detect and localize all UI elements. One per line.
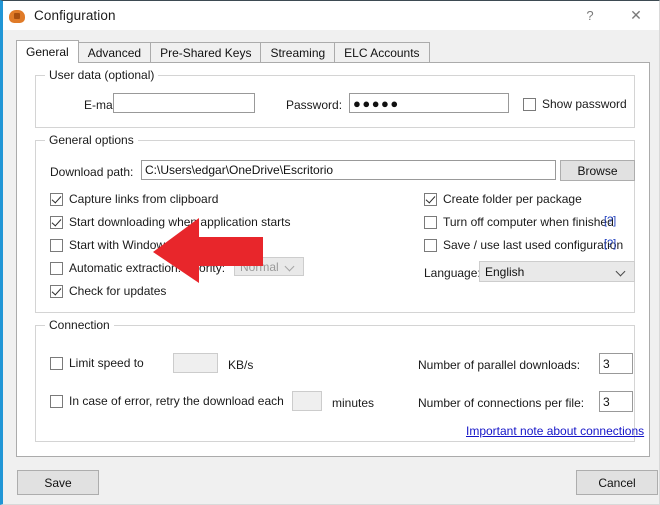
- retry-download-label: In case of error, retry the download eac…: [69, 394, 284, 408]
- turn-off-computer-label: Turn off computer when finished: [443, 215, 614, 229]
- create-folder-per-package-label: Create folder per package: [443, 192, 582, 206]
- cancel-button[interactable]: Cancel: [576, 470, 658, 495]
- group-connection-legend: Connection: [45, 318, 114, 332]
- retry-download-checkbox-box: [50, 394, 63, 408]
- show-password-checkbox-box: [523, 97, 536, 111]
- capture-links-checkbox[interactable]: Capture links from clipboard: [50, 192, 218, 206]
- important-note-link[interactable]: Important note about connections: [466, 424, 644, 438]
- start-downloading-checkbox[interactable]: Start downloading when application start…: [50, 215, 290, 229]
- help-button[interactable]: ?: [567, 1, 613, 30]
- parallel-downloads-field[interactable]: 3: [599, 353, 633, 374]
- automatic-extraction-label: Automatic extraction. Priority:: [69, 261, 226, 275]
- password-masked-value: ●●●●●: [353, 95, 400, 111]
- download-path-label: Download path:: [50, 165, 134, 179]
- group-general-options: General options Download path: C:\Users\…: [35, 133, 635, 313]
- chevron-down-icon: [286, 262, 295, 271]
- save-last-config-checkbox-box: [424, 238, 437, 252]
- title-bar: Configuration ? ✕: [3, 1, 659, 30]
- email-field[interactable]: [113, 93, 255, 113]
- group-connection: Connection Limit speed to KB/s In case o…: [35, 318, 644, 442]
- app-cloud-icon: [9, 8, 25, 24]
- group-user-data-legend: User data (optional): [45, 68, 159, 82]
- tab-general[interactable]: General: [16, 40, 79, 63]
- connections-per-file-field[interactable]: 3: [599, 391, 633, 412]
- group-user-data: User data (optional) E-mail: Password: ●…: [35, 68, 635, 128]
- tab-pre-shared-keys[interactable]: Pre-Shared Keys: [150, 42, 262, 63]
- save-button[interactable]: Save: [17, 470, 99, 495]
- create-folder-per-package-checkbox-box: [424, 192, 437, 206]
- language-dropdown[interactable]: English: [479, 261, 635, 282]
- priority-dropdown[interactable]: Normal: [234, 257, 304, 276]
- save-last-config-help-link[interactable]: [?]: [604, 238, 616, 250]
- tab-elc-accounts[interactable]: ELC Accounts: [334, 42, 430, 63]
- tab-streaming[interactable]: Streaming: [260, 42, 336, 63]
- minutes-label: minutes: [332, 396, 375, 410]
- browse-button[interactable]: Browse: [560, 160, 635, 181]
- start-downloading-label: Start downloading when application start…: [69, 215, 291, 229]
- create-folder-per-package-checkbox[interactable]: Create folder per package: [424, 192, 582, 206]
- turn-off-computer-checkbox[interactable]: Turn off computer when finished: [424, 215, 614, 229]
- close-icon[interactable]: ✕: [613, 1, 659, 30]
- capture-links-label: Capture links from clipboard: [69, 192, 219, 206]
- parallel-downloads-label: Number of parallel downloads:: [418, 358, 581, 372]
- capture-links-checkbox-box: [50, 192, 63, 206]
- turn-off-computer-checkbox-box: [424, 215, 437, 229]
- tab-page-general: User data (optional) E-mail: Password: ●…: [16, 62, 650, 457]
- tab-advanced[interactable]: Advanced: [77, 42, 152, 63]
- turn-off-computer-help-link[interactable]: [?]: [604, 215, 616, 227]
- start-downloading-checkbox-box: [50, 215, 63, 229]
- limit-speed-checkbox-box: [50, 356, 63, 370]
- show-password-label: Show password: [542, 97, 627, 111]
- show-password-checkbox[interactable]: Show password: [523, 97, 627, 111]
- chevron-down-icon: [617, 267, 626, 276]
- save-last-config-checkbox[interactable]: Save / use last used configuration: [424, 238, 623, 252]
- download-path-field[interactable]: C:\Users\edgar\OneDrive\Escritorio: [141, 160, 556, 180]
- limit-speed-label: Limit speed to: [69, 356, 144, 370]
- password-field[interactable]: ●●●●●: [349, 93, 509, 113]
- check-for-updates-checkbox-box: [50, 284, 63, 298]
- start-with-windows-checkbox[interactable]: Start with Windows: [50, 238, 171, 252]
- retry-minutes-field[interactable]: [292, 391, 322, 411]
- tab-strip: General Advanced Pre-Shared Keys Streami…: [16, 40, 646, 63]
- connections-per-file-label: Number of connections per file:: [418, 396, 585, 410]
- window-title: Configuration: [34, 8, 116, 23]
- password-label: Password:: [286, 98, 343, 112]
- automatic-extraction-checkbox-box: [50, 261, 63, 275]
- start-with-windows-checkbox-box: [50, 238, 63, 252]
- group-general-options-legend: General options: [45, 133, 138, 147]
- language-value: English: [485, 264, 525, 279]
- automatic-extraction-checkbox[interactable]: Automatic extraction. Priority:: [50, 261, 225, 275]
- limit-speed-field[interactable]: [173, 353, 218, 373]
- check-for-updates-label: Check for updates: [69, 284, 167, 298]
- start-with-windows-label: Start with Windows: [69, 238, 172, 252]
- caption-buttons: ? ✕: [567, 1, 659, 30]
- save-last-config-label: Save / use last used configuration: [443, 238, 624, 252]
- configuration-window: Configuration ? ✕ General Advanced Pre-S…: [0, 0, 660, 505]
- kbs-label: KB/s: [228, 358, 254, 372]
- limit-speed-checkbox[interactable]: Limit speed to: [50, 356, 144, 370]
- retry-download-checkbox[interactable]: In case of error, retry the download eac…: [50, 394, 284, 408]
- priority-value: Normal: [240, 259, 279, 274]
- language-label: Language:: [424, 266, 481, 280]
- check-for-updates-checkbox[interactable]: Check for updates: [50, 284, 166, 298]
